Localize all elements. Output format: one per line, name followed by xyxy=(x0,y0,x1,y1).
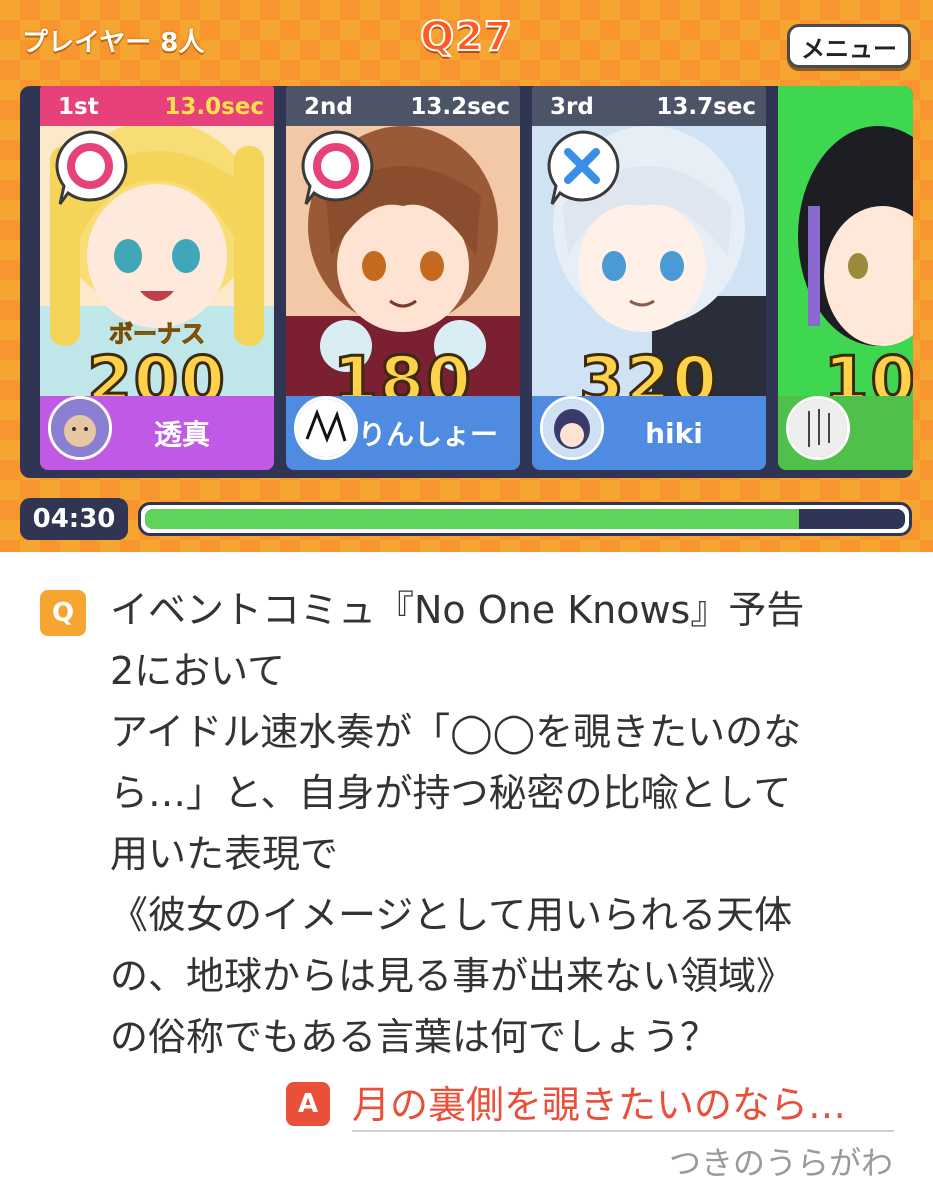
question-line: 用いた表現で xyxy=(110,832,339,876)
player-card-1[interactable]: 1st 13.0sec ボーナス 200 透真 xyxy=(40,86,274,478)
answer-time: 13.2sec xyxy=(410,94,510,120)
correct-mark-icon xyxy=(294,128,378,208)
wrong-mark-icon xyxy=(540,128,624,208)
question-line: 2において xyxy=(110,649,286,693)
question-line: アイドル速水奏が「◯◯を覗きたいのな xyxy=(110,710,802,754)
time-progress-bar xyxy=(138,502,912,536)
answer-time: 13.0sec xyxy=(164,94,264,120)
rank-tag-2: 2nd 13.2sec xyxy=(286,86,520,126)
rank-tag-3: 3rd 13.7sec xyxy=(532,86,766,126)
question-line: の俗称でもある言葉は何でしょう？ xyxy=(110,1015,719,1059)
answer-reading: つきのうらがわ xyxy=(668,1144,893,1182)
player-board: 1st 13.0sec ボーナス 200 透真 2nd 13.2sec 180 … xyxy=(20,86,913,478)
question-line: イベントコミュ『No One Knows』予告 xyxy=(110,588,805,632)
answer-text: 月の裏側を覗きたいのなら… xyxy=(352,1083,847,1127)
avatar xyxy=(48,396,112,460)
question-line: 《彼女のイメージとして用いられる天体 xyxy=(110,893,793,937)
time-progress-fill xyxy=(145,509,799,529)
question-badge: Q xyxy=(40,590,86,636)
question-line: の、地球からは見る事が出来ない領域》 xyxy=(110,954,795,998)
menu-button[interactable]: メニュー xyxy=(787,24,911,68)
player-card-3[interactable]: 3rd 13.7sec 320 hiki xyxy=(532,86,766,478)
rank-tag-1: 1st 13.0sec xyxy=(40,86,274,126)
avatar xyxy=(786,396,850,460)
game-panel: プレイヤー 8人 Q27 メニュー 1st 13.0sec ボーナス 200 透… xyxy=(0,0,933,552)
rank-label: 1st xyxy=(58,94,99,120)
question-line: ら…」と、自身が持つ秘密の比喩として xyxy=(110,771,792,815)
question-text: イベントコミュ『No One Knows』予告 2においてアイドル速水奏が「◯◯を… xyxy=(110,580,910,1068)
answer-divider xyxy=(352,1130,894,1132)
answer-time: 13.7sec xyxy=(656,94,756,120)
answer-badge: A xyxy=(286,1082,330,1126)
time-remaining: 04:30 xyxy=(20,498,128,540)
correct-mark-icon xyxy=(48,128,132,208)
avatar xyxy=(540,396,604,460)
rank-label: 2nd xyxy=(304,94,353,120)
rank-label: 3rd xyxy=(550,94,594,120)
player-card-4[interactable]: 10 xyxy=(778,86,913,478)
avatar xyxy=(294,396,358,460)
player-card-2[interactable]: 2nd 13.2sec 180 りんしょー xyxy=(286,86,520,478)
